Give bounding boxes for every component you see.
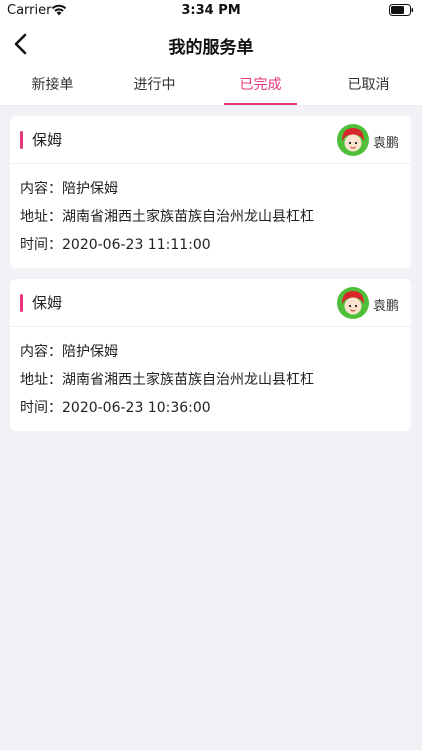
page-title: 我的服务单 — [168, 38, 254, 58]
content-value: 陪护保姆 — [62, 181, 118, 197]
content-row: 内容：陪护保姆 — [20, 178, 118, 198]
clock: 3:34 PM — [181, 3, 241, 18]
tab-cancelled[interactable]: 已取消 — [316, 66, 421, 106]
service-type: 保姆 — [32, 131, 63, 149]
user-avatar — [337, 287, 369, 319]
content-row: 内容：陪护保姆 — [20, 341, 118, 361]
tab-label: 已完成 — [239, 77, 282, 93]
battery-icon — [389, 4, 414, 16]
order-card-header: 保姆 袁鹏 — [10, 116, 411, 164]
tab-in-progress[interactable]: 进行中 — [102, 66, 207, 106]
service-type: 保姆 — [32, 294, 63, 312]
time-label: 时间： — [20, 237, 62, 253]
content-value: 陪护保姆 — [62, 344, 118, 360]
nav-bar: 我的服务单 — [0, 22, 422, 66]
order-card[interactable]: 保姆 袁鹏 内容：陪护保姆 地址：湖南省湘西土家族苗族自治州龙山县杠杠 时间：2… — [10, 116, 411, 268]
address-value: 湖南省湘西土家族苗族自治州龙山县杠杠 — [62, 372, 314, 388]
content-label: 内容： — [20, 344, 62, 360]
accent-bar — [20, 131, 23, 149]
user-name: 袁鹏 — [373, 136, 400, 151]
tab-bar: 新接单 进行中 已完成 已取消 — [0, 66, 422, 106]
time-row: 时间：2020-06-23 11:11:00 — [20, 234, 211, 254]
address-label: 地址： — [20, 372, 62, 388]
tab-completed[interactable]: 已完成 — [208, 66, 313, 106]
content-label: 内容： — [20, 181, 62, 197]
active-tab-indicator — [224, 103, 297, 105]
order-card[interactable]: 保姆 袁鹏 内容：陪护保姆 地址：湖南省湘西土家族苗族自治州龙山县杠杠 时间：2… — [10, 279, 411, 431]
user-name: 袁鹏 — [373, 299, 400, 314]
tab-label: 进行中 — [133, 77, 176, 93]
status-bar: Carrier 3:34 PM — [0, 0, 422, 22]
time-value: 2020-06-23 10:36:00 — [62, 400, 211, 416]
time-label: 时间： — [20, 400, 62, 416]
accent-bar — [20, 294, 23, 312]
address-row: 地址：湖南省湘西土家族苗族自治州龙山县杠杠 — [20, 206, 314, 226]
user-avatar — [337, 124, 369, 156]
tab-new-orders[interactable]: 新接单 — [0, 66, 105, 106]
address-row: 地址：湖南省湘西土家族苗族自治州龙山县杠杠 — [20, 369, 314, 389]
time-value: 2020-06-23 11:11:00 — [62, 237, 211, 253]
order-card-header: 保姆 袁鹏 — [10, 279, 411, 327]
tab-label: 新接单 — [31, 77, 74, 93]
address-value: 湖南省湘西土家族苗族自治州龙山县杠杠 — [62, 209, 314, 225]
address-label: 地址： — [20, 209, 62, 225]
tab-label: 已取消 — [347, 77, 390, 93]
time-row: 时间：2020-06-23 10:36:00 — [20, 397, 211, 417]
